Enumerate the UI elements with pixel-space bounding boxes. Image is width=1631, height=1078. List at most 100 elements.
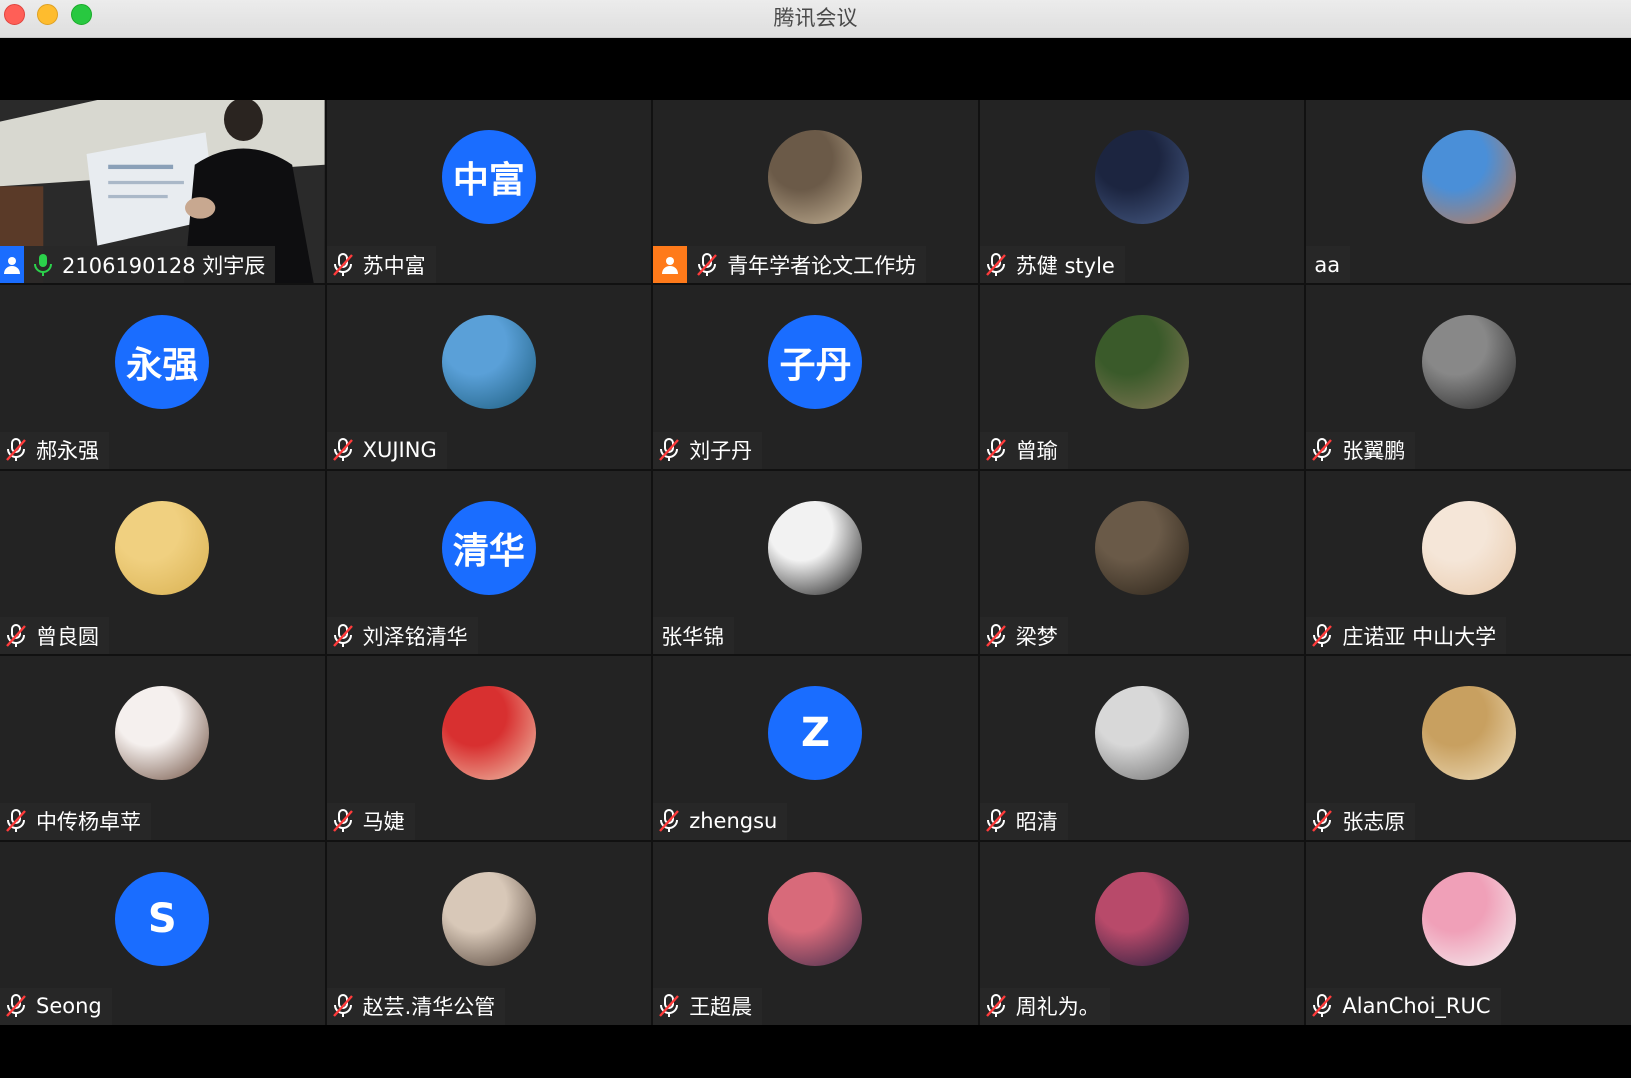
participant-avatar bbox=[1095, 871, 1190, 966]
participant-name: Seong bbox=[36, 994, 102, 1019]
participant-tile[interactable]: 2106190128 刘宇辰 bbox=[0, 100, 325, 284]
participant-name-bar: 赵芸.清华公管 bbox=[326, 987, 506, 1025]
participant-tile[interactable]: 永强 郝永强 bbox=[0, 285, 325, 469]
participant-tile[interactable]: 子丹刘子丹 bbox=[653, 285, 978, 469]
participant-name-bar: 中传杨卓苹 bbox=[0, 802, 151, 840]
participant-tile[interactable]: 张翼鹏 bbox=[1306, 285, 1631, 469]
participant-avatar bbox=[115, 500, 210, 595]
participant-avatar: 子丹 bbox=[768, 315, 863, 410]
mic-muted-icon bbox=[984, 808, 1008, 834]
participant-name: 周礼为。 bbox=[1015, 995, 1100, 1020]
mic-muted-icon bbox=[984, 623, 1008, 649]
user-icon bbox=[653, 246, 688, 284]
participant-name: 青年学者论文工作坊 bbox=[727, 253, 917, 278]
participant-tile[interactable]: Zzhengsu bbox=[653, 656, 978, 840]
participant-name: 郝永强 bbox=[36, 439, 99, 464]
participant-avatar bbox=[1095, 130, 1190, 224]
window-title: 腾讯会议 bbox=[773, 6, 858, 30]
participant-tile[interactable]: 张华锦 bbox=[653, 470, 978, 655]
participant-avatar bbox=[441, 686, 536, 781]
mic-muted-icon bbox=[1310, 808, 1334, 834]
participant-name: 马婕 bbox=[362, 810, 405, 835]
participant-name: 苏健 style bbox=[1015, 253, 1115, 278]
mic-muted-icon bbox=[331, 252, 355, 278]
participant-name: 苏中富 bbox=[362, 253, 426, 278]
participant-avatar bbox=[1421, 871, 1516, 966]
window-titlebar: 腾讯会议 bbox=[0, 0, 1631, 38]
mic-muted-icon bbox=[984, 437, 1008, 463]
mic-muted-icon bbox=[1310, 623, 1334, 649]
mic-muted-icon bbox=[331, 437, 355, 463]
mic-muted-icon bbox=[984, 993, 1008, 1019]
top-toolbar-area bbox=[0, 38, 1631, 100]
participant-tile[interactable]: AlanChoi_RUC bbox=[1306, 841, 1631, 1025]
participant-name: 昭清 bbox=[1015, 810, 1058, 835]
participant-avatar bbox=[441, 315, 536, 410]
participant-avatar bbox=[1095, 315, 1190, 410]
participant-tile[interactable]: 庄诺亚 中山大学 bbox=[1306, 470, 1631, 655]
participant-tile[interactable]: 王超晨 bbox=[653, 841, 978, 1025]
participant-name: 2106190128 刘宇辰 bbox=[62, 253, 266, 278]
participant-tile[interactable]: 马婕 bbox=[326, 656, 652, 840]
participant-name-bar: XUJING bbox=[326, 431, 447, 469]
participant-name-bar: 王超晨 bbox=[653, 987, 763, 1025]
mic-muted-icon bbox=[695, 252, 719, 278]
participant-name: aa bbox=[1314, 252, 1341, 277]
participant-name-bar: aa bbox=[1306, 246, 1351, 284]
participant-tile[interactable]: 中富苏中富 bbox=[326, 100, 652, 284]
mic-muted-icon bbox=[331, 623, 355, 649]
participant-tile[interactable]: 曾瑜 bbox=[979, 285, 1305, 469]
participant-name-bar: 马婕 bbox=[326, 802, 415, 840]
participant-avatar bbox=[1095, 686, 1190, 781]
participant-name: XUJING bbox=[362, 438, 437, 463]
host-icon bbox=[0, 246, 24, 284]
participant-avatar: S bbox=[115, 871, 210, 966]
participant-tile[interactable]: S Seong bbox=[0, 841, 325, 1025]
participant-name-bar: 张翼鹏 bbox=[1306, 431, 1416, 469]
participant-name-bar: 张志原 bbox=[1306, 802, 1416, 840]
mic-muted-icon bbox=[657, 437, 681, 463]
participant-avatar bbox=[115, 686, 210, 781]
participant-tile[interactable]: aa bbox=[1306, 100, 1631, 284]
participant-name: zhengsu bbox=[689, 809, 778, 834]
mic-muted-icon bbox=[4, 623, 28, 649]
mic-muted-icon bbox=[4, 993, 28, 1019]
participant-name: 张志原 bbox=[1342, 810, 1406, 835]
participant-tile[interactable]: 赵芸.清华公管 bbox=[326, 841, 652, 1025]
participant-tile[interactable]: 中传杨卓苹 bbox=[0, 656, 325, 840]
participant-name-bar: 苏健 style bbox=[979, 246, 1125, 284]
participant-avatar: Z bbox=[768, 686, 863, 781]
mic-on-icon bbox=[32, 252, 54, 278]
mic-muted-icon bbox=[657, 993, 681, 1019]
participant-name-bar: 苏中富 bbox=[326, 246, 436, 284]
participant-name: 王超晨 bbox=[689, 995, 753, 1020]
participant-name: 赵芸.清华公管 bbox=[362, 995, 496, 1020]
participant-name: 刘子丹 bbox=[689, 439, 753, 464]
participant-avatar: 中富 bbox=[441, 130, 536, 224]
participant-name-bar: Seong bbox=[0, 987, 112, 1025]
participant-avatar bbox=[768, 130, 863, 224]
mic-muted-icon bbox=[331, 808, 355, 834]
mic-muted-icon bbox=[1310, 993, 1334, 1019]
participant-name-bar: 2106190128 刘宇辰 bbox=[0, 246, 276, 284]
mic-muted-icon bbox=[331, 993, 355, 1019]
mic-muted-icon bbox=[1310, 437, 1334, 463]
participant-name: 张翼鹏 bbox=[1342, 439, 1406, 464]
participant-avatar bbox=[1421, 686, 1516, 781]
participant-tile[interactable]: 苏健 style bbox=[979, 100, 1305, 284]
participant-name-bar: 庄诺亚 中山大学 bbox=[1306, 617, 1507, 655]
participant-tile[interactable]: 青年学者论文工作坊 bbox=[653, 100, 978, 284]
participant-tile[interactable]: 梁梦 bbox=[979, 470, 1305, 655]
participant-name-bar: 曾良圆 bbox=[0, 617, 109, 655]
participant-avatar bbox=[768, 871, 863, 966]
participant-avatar bbox=[441, 871, 536, 966]
participant-tile[interactable]: XUJING bbox=[326, 285, 652, 469]
participant-name-bar: zhengsu bbox=[653, 802, 788, 840]
participant-tile[interactable]: 周礼为。 bbox=[979, 841, 1305, 1025]
participant-tile[interactable]: 曾良圆 bbox=[0, 470, 325, 655]
participant-tile[interactable]: 昭清 bbox=[979, 656, 1305, 840]
participant-name: 中传杨卓苹 bbox=[36, 810, 141, 835]
participant-name-bar: 梁梦 bbox=[979, 617, 1068, 655]
participant-tile[interactable]: 张志原 bbox=[1306, 656, 1631, 840]
participant-tile[interactable]: 清华 刘泽铭清华 bbox=[326, 470, 652, 655]
